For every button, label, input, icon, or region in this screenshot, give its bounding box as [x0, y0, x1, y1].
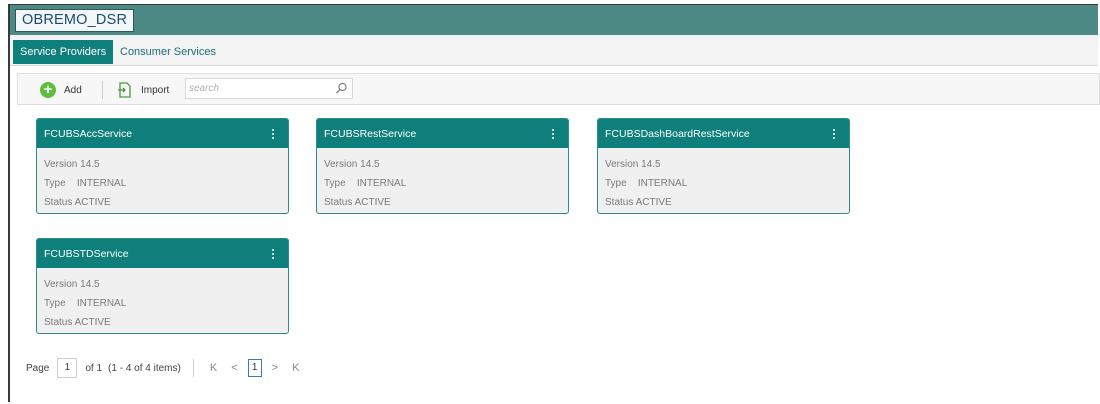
- card-title: FCUBSAccService: [44, 128, 133, 140]
- status-value: ACTIVE: [354, 197, 391, 208]
- service-card-fcubstdservice[interactable]: FCUBSTDService Version 14.5 Type INTERNA…: [36, 238, 289, 334]
- kebab-menu-icon[interactable]: [830, 119, 838, 148]
- version-label: Version: [44, 159, 78, 170]
- status-value: ACTIVE: [635, 197, 672, 208]
- plus-icon: +: [40, 82, 56, 98]
- type-value: INTERNAL: [637, 178, 688, 189]
- version-label: Version: [324, 159, 358, 170]
- page-number-input[interactable]: 1: [57, 358, 78, 378]
- import-button-label: Import: [141, 84, 170, 96]
- kebab-menu-icon[interactable]: [269, 119, 277, 148]
- status-label: Status: [44, 317, 73, 328]
- card-header: FCUBSAccService: [37, 119, 288, 148]
- type-value: INTERNAL: [76, 298, 127, 309]
- import-button[interactable]: Import: [118, 80, 169, 100]
- tab-consumer-services[interactable]: Consumer Services: [113, 40, 223, 64]
- card-title: FCUBSDashBoardRestService: [605, 128, 750, 140]
- import-icon: [118, 82, 131, 98]
- previous-page-icon[interactable]: <: [231, 362, 237, 374]
- tab-bar: Service Providers Consumer Services: [10, 35, 1098, 66]
- search-icon[interactable]: [335, 82, 348, 95]
- card-header: FCUBSTDService: [37, 239, 288, 268]
- type-label: Type: [605, 178, 627, 189]
- version-value: 14.5: [641, 159, 661, 170]
- next-page-icon[interactable]: >: [272, 362, 278, 374]
- card-title: FCUBSTDService: [44, 248, 129, 260]
- search-input[interactable]: [189, 80, 329, 97]
- version-value: 14.5: [80, 279, 100, 290]
- version-value: 14.5: [360, 159, 380, 170]
- status-label: Status: [324, 197, 353, 208]
- card-title: FCUBSRestService: [324, 128, 417, 140]
- current-page-button[interactable]: 1: [247, 359, 262, 377]
- app-header: OBREMO_DSR: [10, 5, 1098, 35]
- last-page-icon[interactable]: K: [292, 362, 299, 374]
- card-body: Version 14.5 Type INTERNAL Status ACTIVE: [317, 148, 568, 212]
- card-header: FCUBSRestService: [317, 119, 568, 148]
- card-body: Version 14.5 Type INTERNAL Status ACTIVE: [37, 148, 288, 212]
- status-label: Status: [44, 197, 73, 208]
- pagination-divider: [192, 359, 194, 377]
- version-label: Version: [605, 159, 639, 170]
- toolbar: + Add Import: [17, 73, 1100, 105]
- service-card-fcubsrestservice[interactable]: FCUBSRestService Version 14.5 Type INTER…: [316, 118, 569, 214]
- pagination: Page 1 of 1 (1 - 4 of 4 items) K < 1 > K: [26, 357, 303, 379]
- status-label: Status: [605, 197, 634, 208]
- card-body: Version 14.5 Type INTERNAL Status ACTIVE: [598, 148, 849, 212]
- version-label: Version: [44, 279, 78, 290]
- type-label: Type: [324, 178, 346, 189]
- card-body: Version 14.5 Type INTERNAL Status ACTIVE: [37, 268, 288, 332]
- type-label: Type: [44, 298, 66, 309]
- status-value: ACTIVE: [74, 317, 111, 328]
- kebab-menu-icon[interactable]: [269, 239, 277, 268]
- page-label: Page: [26, 362, 50, 374]
- version-value: 14.5: [80, 159, 100, 170]
- tab-service-providers[interactable]: Service Providers: [13, 40, 114, 64]
- search-box: [185, 78, 353, 99]
- service-card-fcubsdashboardrestservice[interactable]: FCUBSDashBoardRestService Version 14.5 T…: [597, 118, 850, 214]
- first-page-icon[interactable]: K: [210, 362, 217, 374]
- add-button-label: Add: [64, 84, 82, 96]
- type-label: Type: [44, 178, 66, 189]
- app-window: OBREMO_DSR Service Providers Consumer Se…: [8, 4, 1100, 402]
- page-count-label: of 1: [85, 362, 103, 374]
- type-value: INTERNAL: [356, 178, 407, 189]
- app-title: OBREMO_DSR: [15, 9, 135, 32]
- toolbar-divider: [102, 81, 103, 99]
- service-card-fcubsaccservice[interactable]: FCUBSAccService Version 14.5 Type INTERN…: [36, 118, 289, 214]
- type-value: INTERNAL: [76, 178, 127, 189]
- items-count-label: (1 - 4 of 4 items): [108, 362, 181, 374]
- status-value: ACTIVE: [74, 197, 111, 208]
- add-button[interactable]: + Add: [40, 80, 82, 100]
- kebab-menu-icon[interactable]: [549, 119, 557, 148]
- card-header: FCUBSDashBoardRestService: [598, 119, 849, 148]
